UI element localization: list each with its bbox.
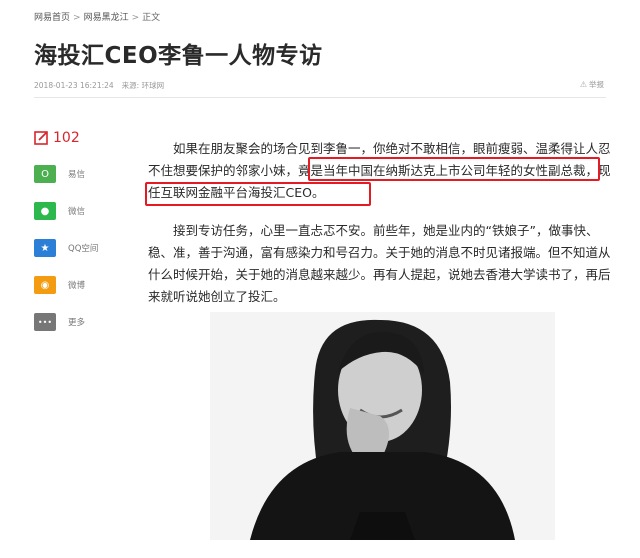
share-label: 微信 — [68, 207, 86, 217]
wechat-icon: ● — [34, 202, 56, 220]
breadcrumb-section-link[interactable]: 网易黑龙江 — [84, 13, 129, 23]
weibo-icon: ◉ — [34, 276, 56, 294]
share-label: 微博 — [68, 281, 86, 291]
article-meta: 2018-01-23 16:21:24 来源: 环球网 — [34, 80, 164, 91]
breadcrumb-separator: > — [131, 13, 140, 23]
article-paragraph: 接到专访任务，心里一直忐忑不安。前些年，她是业内的“铁娘子”，做事快、稳、准，善… — [148, 223, 611, 304]
qzone-icon: ★ — [34, 239, 56, 257]
share-more[interactable]: ••• 更多 — [34, 312, 124, 332]
article-source: 来源: 环球网 — [121, 81, 165, 90]
breadcrumb-current: 正文 — [142, 13, 161, 23]
red-highlight-box — [308, 157, 600, 181]
article-datetime: 2018-01-23 16:21:24 — [34, 81, 114, 90]
comment-count-button[interactable]: 102 — [34, 128, 124, 148]
yixin-icon: O — [34, 165, 56, 183]
breadcrumb: 网易首页 > 网易黑龙江 > 正文 — [34, 10, 160, 23]
report-label: 举报 — [589, 80, 604, 89]
share-weibo[interactable]: ◉ 微博 — [34, 275, 124, 295]
breadcrumb-separator: > — [73, 13, 81, 23]
red-highlight-box — [145, 182, 371, 206]
comment-count: 102 — [53, 130, 80, 146]
warning-icon: ⚠ — [579, 80, 587, 89]
report-link[interactable]: ⚠ 举报 — [580, 79, 604, 90]
share-label: 易信 — [68, 170, 86, 180]
share-sidebar: 102 O 易信 ● 微信 ★ QQ空间 ◉ 微博 ••• 更多 — [34, 128, 124, 349]
page-title: 海投汇CEO李鲁一人物专访 — [34, 43, 323, 69]
share-yixin[interactable]: O 易信 — [34, 164, 124, 184]
comment-edit-icon — [34, 131, 48, 145]
share-wechat[interactable]: ● 微信 — [34, 201, 124, 221]
share-label: 更多 — [68, 318, 86, 328]
share-label: QQ空间 — [68, 244, 99, 254]
breadcrumb-home-link[interactable]: 网易首页 — [34, 13, 70, 23]
share-qzone[interactable]: ★ QQ空间 — [34, 238, 124, 258]
divider — [34, 97, 606, 98]
more-icon: ••• — [34, 313, 56, 331]
portrait-image — [210, 312, 555, 540]
article-photo — [210, 312, 555, 540]
